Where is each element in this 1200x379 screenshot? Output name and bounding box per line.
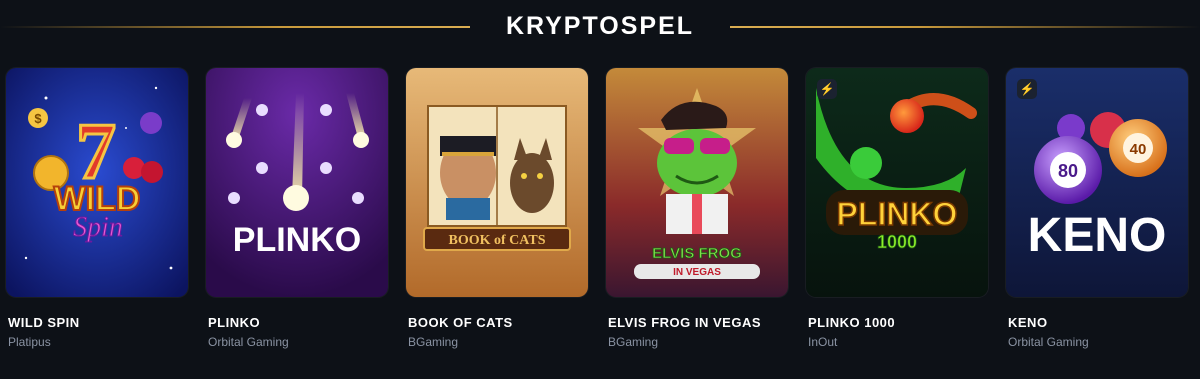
svg-text:80: 80 [1058, 161, 1078, 181]
section-header: KRYPTOSPEL [0, 0, 1200, 56]
game-provider: Platipus [8, 335, 51, 349]
game-card-elvis-frog-in-vegas[interactable]: ELVIS FROG IN VEGAS ELVIS FROG IN VEGAS … [606, 68, 788, 349]
lightning-icon: ⚡ [817, 79, 837, 99]
game-provider: BGaming [408, 335, 459, 349]
game-thumbnail[interactable]: PLINKO [206, 68, 388, 297]
game-thumbnail[interactable]: BOOK of CATS [406, 68, 588, 297]
svg-text:KENO: KENO [1028, 209, 1167, 262]
game-title[interactable]: PLINKO 1000 [806, 315, 988, 330]
game-card-keno[interactable]: 80 40 KENO ⚡ KENO Orbital Gaming [1006, 68, 1188, 349]
svg-text:PLINKO: PLINKO [837, 196, 958, 232]
game-title[interactable]: BOOK OF CATS [406, 315, 588, 330]
elvis-frog-artwork: ELVIS FROG IN VEGAS [606, 68, 788, 297]
svg-text:Spin: Spin [73, 212, 123, 243]
game-card-plinko-1000[interactable]: PLINKO 1000 ⚡ PLINKO 1000 InOut [806, 68, 988, 349]
game-provider: Orbital Gaming [208, 335, 289, 349]
plinko-artwork: PLINKO [206, 68, 388, 297]
game-thumbnail[interactable]: ELVIS FROG IN VEGAS [606, 68, 788, 297]
game-title[interactable]: PLINKO [206, 315, 388, 330]
game-card-book-of-cats[interactable]: BOOK of CATS BOOK OF CATS BGaming [406, 68, 588, 349]
svg-text:IN VEGAS: IN VEGAS [673, 267, 721, 278]
lightning-icon: ⚡ [1017, 79, 1037, 99]
svg-text:1000: 1000 [877, 232, 917, 252]
game-title[interactable]: KENO [1006, 315, 1188, 330]
game-provider: Orbital Gaming [1008, 335, 1089, 349]
game-title[interactable]: WILD SPIN [6, 315, 188, 330]
svg-text:40: 40 [1130, 141, 1147, 158]
keno-artwork: 80 40 KENO [1006, 68, 1188, 297]
game-card-wild-spin[interactable]: 7 $ WILD Spin WILD SPIN Platipus [6, 68, 188, 349]
game-provider: InOut [808, 335, 838, 349]
game-title[interactable]: ELVIS FROG IN VEGAS [606, 315, 788, 330]
header-divider-right [730, 26, 1200, 28]
book-of-cats-artwork: BOOK of CATS [406, 68, 588, 297]
games-row: 7 $ WILD Spin WILD SPIN Platipus PLINKO … [6, 68, 1196, 368]
svg-text:ELVIS FROG: ELVIS FROG [652, 245, 742, 262]
svg-text:PLINKO: PLINKO [233, 221, 361, 259]
game-card-plinko[interactable]: PLINKO PLINKO Orbital Gaming [206, 68, 388, 349]
game-thumbnail[interactable]: PLINKO 1000 ⚡ [806, 68, 988, 297]
game-provider: BGaming [608, 335, 659, 349]
game-thumbnail[interactable]: 80 40 KENO ⚡ [1006, 68, 1188, 297]
game-thumbnail[interactable]: 7 $ WILD Spin [6, 68, 188, 297]
svg-text:BOOK of CATS: BOOK of CATS [449, 233, 546, 248]
plinko-1000-artwork: PLINKO 1000 [806, 68, 988, 297]
svg-text:$: $ [34, 111, 42, 126]
wild-spin-artwork: 7 $ WILD Spin [6, 68, 188, 297]
